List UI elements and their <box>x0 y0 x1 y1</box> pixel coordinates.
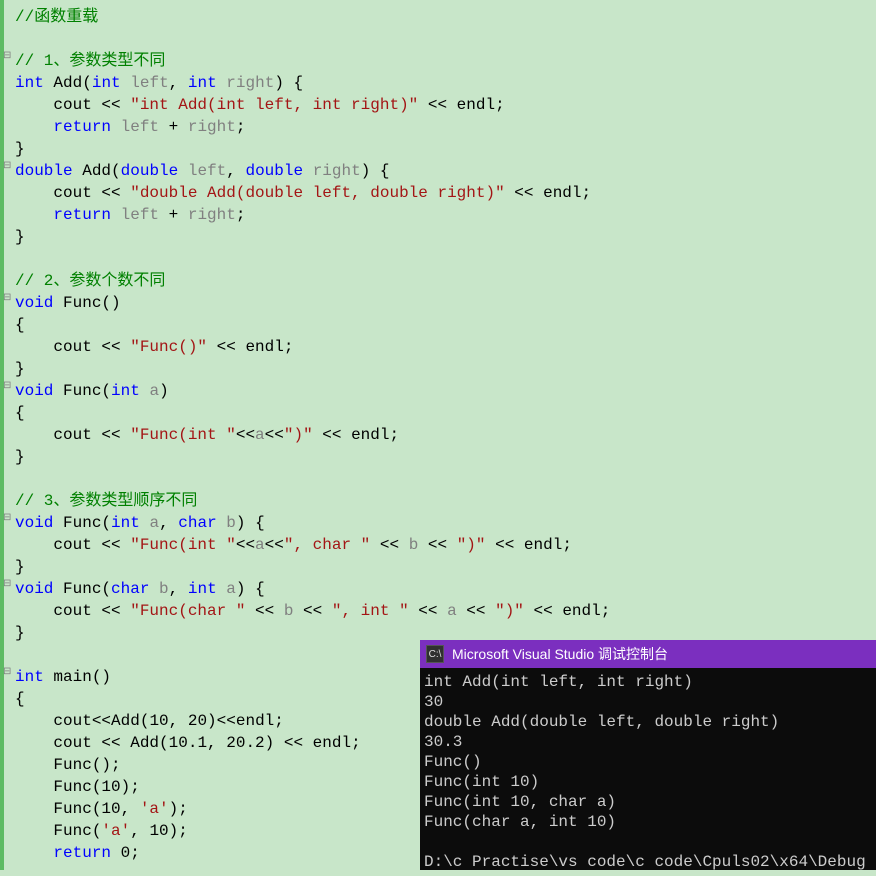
fold-toggle-icon[interactable]: ⊟ <box>3 578 11 590</box>
console-line: Func(int 10, char a) <box>424 793 616 811</box>
console-titlebar[interactable]: C:\ Microsoft Visual Studio 调试控制台 <box>420 640 876 668</box>
console-line: D:\c Practise\vs code\c code\Cpuls02\x64… <box>424 853 866 871</box>
console-line: int Add(int left, int right) <box>424 673 693 691</box>
fold-toggle-icon[interactable]: ⊟ <box>3 160 11 172</box>
comment: // 2、参数个数不同 <box>15 272 165 290</box>
fold-gutter[interactable]: ⊟ ⊟ ⊟ ⊟ ⊟ ⊟ ⊟ <box>0 0 15 870</box>
debug-console-window[interactable]: C:\ Microsoft Visual Studio 调试控制台 int Ad… <box>420 640 876 870</box>
console-line: 30 <box>424 693 443 711</box>
console-title-text: Microsoft Visual Studio 调试控制台 <box>452 644 668 664</box>
fold-toggle-icon[interactable]: ⊟ <box>3 292 11 304</box>
console-line: 30.3 <box>424 733 462 751</box>
console-line: Func(int 10) <box>424 773 539 791</box>
console-line: Func() <box>424 753 482 771</box>
terminal-icon: C:\ <box>426 645 444 663</box>
fold-toggle-icon[interactable]: ⊟ <box>3 512 11 524</box>
comment: // 3、参数类型顺序不同 <box>15 492 197 510</box>
console-output[interactable]: int Add(int left, int right) 30 double A… <box>420 668 876 876</box>
fold-toggle-icon[interactable]: ⊟ <box>3 50 11 62</box>
console-line: Func(char a, int 10) <box>424 813 616 831</box>
console-line: double Add(double left, double right) <box>424 713 779 731</box>
comment: //函数重载 <box>15 8 98 26</box>
fold-toggle-icon[interactable]: ⊟ <box>3 666 11 678</box>
comment: // 1、参数类型不同 <box>15 52 165 70</box>
fold-toggle-icon[interactable]: ⊟ <box>3 380 11 392</box>
